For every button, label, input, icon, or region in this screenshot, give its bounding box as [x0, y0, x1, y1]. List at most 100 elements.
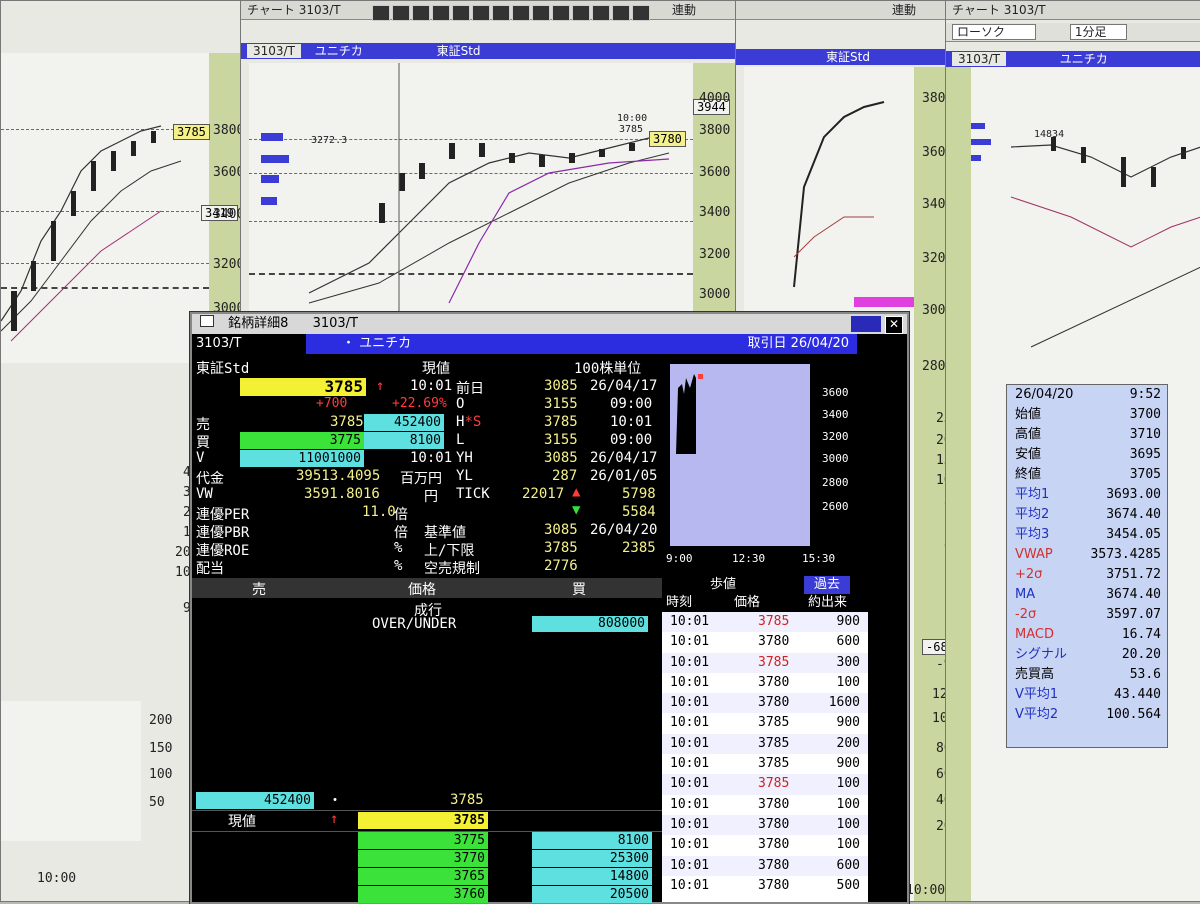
sync-label[interactable]: 連動 — [672, 1, 696, 19]
info-value: 3573.4285 — [1090, 547, 1161, 562]
tick-row: 10:01 3780 100 — [662, 673, 868, 693]
window-title: 銘柄詳細8 — [228, 316, 289, 331]
tick-time: 10:01 — [670, 756, 710, 772]
tick-down-icon: ▼ — [572, 502, 581, 518]
pane-titlebar: チャート 3103/T 連動 — [241, 1, 736, 21]
toolbar-button[interactable] — [532, 4, 550, 21]
tick-qty: 600 — [836, 857, 860, 873]
ticks-title-row: 歩値 過去 — [662, 576, 868, 594]
tick-time: 10:01 — [670, 674, 710, 690]
tick-qty: 100 — [836, 674, 860, 690]
roe-label: 連優ROE — [196, 543, 250, 559]
base-value: 3085 — [544, 522, 578, 538]
tick-row: 10:01 3780 100 — [662, 795, 868, 815]
info-key: V平均2 — [1015, 707, 1059, 722]
mini-axis-tick: 3600 — [822, 386, 849, 399]
prev-value: 3085 — [544, 378, 578, 394]
tick-time: 10:01 — [670, 877, 710, 893]
tick-row: 10:01 3785 300 — [662, 652, 868, 673]
amount-label: 代金 — [196, 471, 224, 487]
axis-tick: 20 — [175, 545, 191, 560]
ticks-price-header: 価格 — [734, 595, 761, 610]
bid-price: 3770 — [358, 850, 488, 867]
symbol-name: ユニチカ — [1059, 52, 1108, 66]
tick-row: 10:01 3785 100 — [662, 774, 868, 795]
tick-row: 10:01 3780 600 — [662, 855, 868, 876]
info-value: 100.564 — [1106, 707, 1161, 722]
toolbar-button[interactable] — [472, 4, 490, 21]
amount-value: 39513.4095 — [296, 468, 381, 484]
yh-value: 3085 — [544, 450, 578, 466]
tick-price: 3785 — [758, 715, 790, 731]
price-time: 10:01 — [410, 378, 453, 394]
ticks-qty-header: 約出来 — [808, 595, 848, 610]
high-value: 3785 — [544, 414, 578, 430]
mini-x-label: 12:30 — [732, 552, 766, 565]
tick-qty: 200 — [836, 735, 860, 751]
toolbar-button[interactable] — [452, 4, 470, 21]
toolbar-button[interactable] — [592, 4, 610, 21]
toolbar-button[interactable] — [572, 4, 590, 21]
toolbar-button[interactable] — [392, 4, 410, 21]
toolbar-button[interactable] — [372, 4, 390, 21]
toolbar-button[interactable] — [512, 4, 530, 21]
info-key: V平均1 — [1015, 687, 1059, 702]
mini-chart[interactable]: 3600 3400 3200 3000 2800 2600 9:00 12:30… — [662, 356, 868, 574]
stock-detail-window[interactable]: 銘柄詳細8 3103/T ✕ 3103/T ・ ユニチカ 取引日 26/04/2… — [190, 312, 909, 904]
tick-time: 10:01 — [670, 634, 710, 650]
info-key: MA — [1015, 587, 1036, 602]
tick-price: 3785 — [758, 614, 790, 629]
info-value: 3674.40 — [1106, 587, 1161, 602]
close-button[interactable]: ✕ — [885, 316, 903, 334]
info-value: 3705 — [1129, 467, 1161, 482]
toolbar-button[interactable] — [492, 4, 510, 21]
tick-time: 10:01 — [670, 857, 710, 873]
short-label: 空売規制 — [424, 561, 480, 577]
axis-tick: 3400 — [699, 205, 731, 220]
symbol-code: 3103/T — [952, 52, 1006, 66]
window-mode-icon[interactable] — [851, 316, 881, 332]
ticks-time-header: 時刻 — [666, 595, 693, 610]
symbol-bar: 3103/T ユニチカ 東証Std — [241, 43, 736, 59]
tick-row: 10:01 3785 200 — [662, 733, 868, 755]
info-key: 平均1 — [1015, 487, 1050, 502]
ticks-title: 歩値 — [710, 577, 737, 592]
toolbar-button[interactable] — [412, 4, 430, 21]
toolbar-button[interactable] — [552, 4, 570, 21]
tick-price: 3780 — [758, 837, 790, 853]
yh-date: 26/04/17 — [590, 450, 658, 466]
market-name: 東証Std — [436, 44, 481, 58]
past-button[interactable]: 過去 — [804, 576, 851, 594]
mini-axis-tick: 3400 — [822, 408, 849, 421]
info-row: V平均1 43.440 — [1007, 685, 1167, 705]
tick-qty: 100 — [836, 776, 860, 792]
amount-unit: 百万円 — [400, 471, 442, 487]
info-row: 高値 3710 — [1007, 425, 1167, 445]
chart-type-select[interactable]: ローソク — [952, 24, 1037, 40]
high-time: 10:01 — [610, 414, 653, 430]
interval-select[interactable]: 1分足 — [1069, 24, 1128, 40]
info-key: 高値 — [1015, 427, 1042, 442]
ticks-header: 時刻 価格 約出来 — [662, 594, 868, 612]
info-value: 3695 — [1129, 447, 1161, 462]
yl-label: YL — [456, 468, 473, 484]
yl-date: 26/01/05 — [590, 468, 658, 484]
tick-qty: 100 — [836, 837, 860, 853]
toolbar-button[interactable] — [432, 4, 450, 21]
candle-chart — [261, 63, 670, 321]
pane-options: ローソク 1分足 — [946, 23, 1200, 42]
info-row: 終値 3705 — [1007, 465, 1167, 485]
volume-value: 11001000 — [240, 450, 364, 467]
tick-qty: 500 — [836, 877, 860, 893]
up-arrow-icon: ↑ — [376, 378, 385, 394]
toolbar-button[interactable] — [632, 4, 650, 21]
window-titlebar[interactable]: 銘柄詳細8 3103/T ✕ — [192, 314, 907, 334]
mini-x-label: 15:30 — [802, 552, 836, 565]
info-value: 3751.72 — [1106, 567, 1161, 582]
info-date: 26/04/20 — [1015, 387, 1074, 402]
toolbar-button[interactable] — [612, 4, 630, 21]
candle-chart — [971, 123, 1200, 348]
change-pct: +22.69% — [392, 396, 447, 411]
tick-row: 10:01 3780 1600 — [662, 693, 868, 714]
sync-label[interactable]: 連動 — [892, 1, 916, 19]
